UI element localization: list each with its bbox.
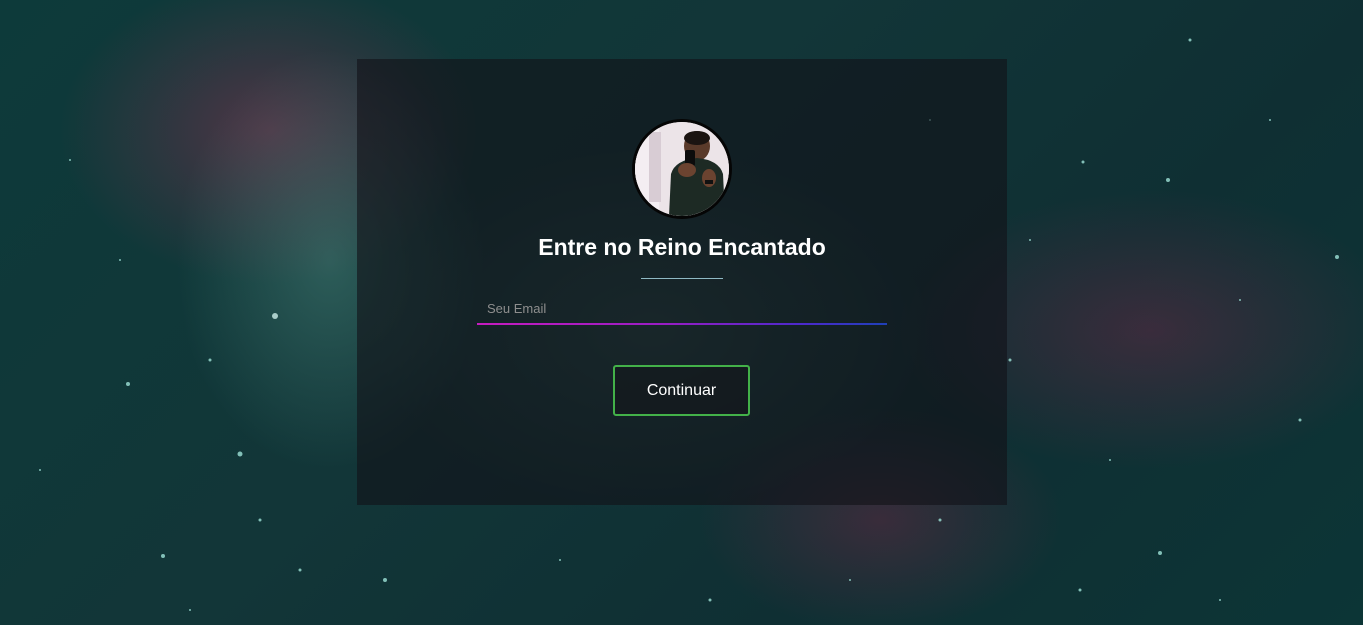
avatar-photo-icon — [635, 122, 729, 216]
page-title: Entre no Reino Encantado — [538, 234, 826, 260]
title-divider — [641, 278, 723, 279]
profile-avatar — [632, 119, 732, 219]
continue-button[interactable]: Continuar — [613, 365, 750, 416]
email-field-underline — [477, 323, 887, 325]
email-field[interactable] — [477, 292, 887, 324]
